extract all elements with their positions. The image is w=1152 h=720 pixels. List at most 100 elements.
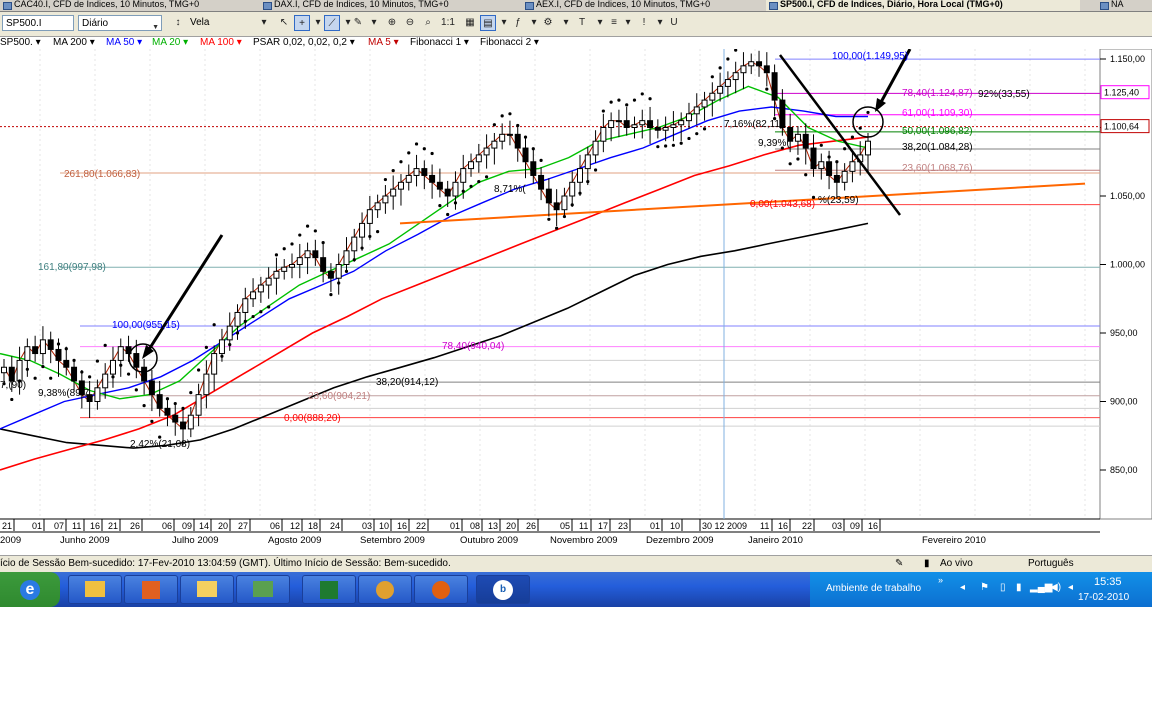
crosshair-icon[interactable]: + — [294, 15, 310, 31]
chevron-left-icon[interactable]: ◂ — [1068, 582, 1073, 593]
x-day-label: 12 — [290, 521, 300, 531]
cursor-icon[interactable]: ↖ — [276, 15, 292, 31]
chevron-down-icon[interactable]: ▾ — [620, 15, 636, 31]
psar-dot — [414, 142, 419, 146]
chevron-down-icon[interactable]: ▾ — [256, 15, 272, 31]
psar-dot — [625, 103, 629, 107]
pencil-icon[interactable]: ✎ — [350, 15, 366, 31]
zoom-reset-button[interactable]: 1:1 — [438, 15, 458, 31]
legend-ma20[interactable]: MA 20 ▾ — [152, 37, 188, 48]
legend-ma5[interactable]: MA 5 ▾ — [368, 37, 399, 48]
folder-taskbar-button[interactable] — [180, 575, 234, 604]
language-label[interactable]: Português — [1028, 556, 1074, 572]
legend-fibonacci-2[interactable]: Fibonacci 2 ▾ — [480, 37, 539, 48]
candle-body — [203, 373, 210, 396]
price-chart[interactable]: 100,00(1.149,95) 78,40(1.124,87) 92%(33,55… — [0, 49, 1152, 555]
media-taskbar-button[interactable] — [124, 575, 178, 604]
candle-body — [452, 181, 459, 197]
psar-dot — [438, 203, 442, 208]
candle-body — [460, 168, 467, 183]
legend-ma200[interactable]: MA 200 ▾ — [53, 37, 95, 48]
psar-dot — [562, 214, 567, 219]
explorer-taskbar-button[interactable] — [68, 575, 122, 604]
psar-dot — [843, 147, 847, 151]
legend-fibonacci-1[interactable]: Fibonacci 1 ▾ — [410, 37, 469, 48]
volume-icon[interactable]: ◀) — [1050, 582, 1061, 593]
fib-label: %(23,59) — [818, 195, 859, 206]
candle-body — [242, 298, 249, 313]
candle-body — [265, 277, 272, 286]
zoom-area-icon[interactable]: ⌕ — [420, 15, 436, 31]
symbol-input[interactable]: SP500.I — [2, 15, 74, 31]
psar-dot — [617, 98, 621, 102]
psar-dot — [220, 354, 224, 358]
psar-dot — [134, 388, 138, 392]
legend-psar[interactable]: PSAR 0,02, 0,02, 0,2 ▾ — [253, 37, 355, 48]
status-bar: ício de Sessão Bem-sucedido: 17-Fev-2010… — [0, 555, 1152, 573]
candle-body — [810, 147, 817, 170]
chevron-up-icon[interactable]: » — [938, 575, 943, 585]
fibonacci-icon[interactable]: ▤ — [480, 15, 496, 31]
firefox-taskbar-button[interactable] — [414, 575, 468, 604]
connection-icon[interactable]: ▮ — [1016, 582, 1022, 593]
candle-body — [615, 120, 622, 123]
excel-taskbar-button[interactable] — [302, 575, 356, 604]
paint-taskbar-button[interactable] — [358, 575, 412, 604]
tab-na[interactable]: NA — [1097, 0, 1152, 11]
candle-body — [327, 270, 334, 279]
legend-ma50[interactable]: MA 50 ▾ — [106, 37, 142, 48]
line-tool-icon[interactable]: ⟋ — [324, 15, 340, 31]
period-select[interactable]: Diário ▼ — [78, 15, 162, 31]
psar-dot — [259, 310, 263, 314]
psar-dot — [407, 151, 411, 155]
chevron-down-icon[interactable]: ▾ — [558, 15, 574, 31]
candle-body — [211, 353, 218, 375]
psar-dot — [819, 143, 823, 147]
chevron-down-icon[interactable]: ▾ — [366, 15, 382, 31]
symbol-value: SP500.I — [6, 18, 42, 29]
candle-body — [724, 79, 731, 87]
tab-sp500[interactable]: SP500.I, CFD de Índices, Diário, Hora Lo… — [766, 0, 1080, 11]
chevron-left-icon[interactable]: ◂ — [960, 582, 965, 593]
candle-body — [109, 359, 116, 375]
psar-dot — [251, 314, 255, 319]
flag-icon[interactable]: ⚑ — [980, 582, 989, 593]
legend-symbol[interactable]: SP500. ▾ — [0, 37, 41, 48]
clock-date: 17-02-2010 — [1078, 592, 1130, 603]
desktop-toolbar-label[interactable]: Ambiente de trabalho — [826, 583, 921, 594]
candle-body — [187, 414, 194, 430]
psar-dot — [376, 230, 380, 234]
network-taskbar-button[interactable] — [236, 575, 290, 604]
settings-icon[interactable]: ⚙ — [540, 15, 556, 31]
x-day-label: 22 — [802, 521, 812, 531]
x-day-label: 24 — [330, 521, 340, 531]
zoom-out-icon[interactable]: ⊖ — [402, 15, 418, 31]
candle-chart-icon[interactable]: ↕ — [170, 15, 186, 31]
grid-icon[interactable]: ▦ — [462, 15, 478, 31]
tab-dax[interactable]: DAX.I, CFD de Índices, 10 Minutos, TMG+0 — [260, 0, 474, 11]
legend-ma100[interactable]: MA 100 ▾ — [200, 37, 242, 48]
psar-dot — [477, 180, 481, 184]
fib-label: 38,20(1.084,28) — [902, 142, 973, 153]
excel-icon — [320, 581, 338, 599]
document-tab-bar: CAC40.I, CFD de Índices, 10 Minutos, TMG… — [0, 0, 1152, 12]
tab-cac40[interactable]: CAC40.I, CFD de Índices, 10 Minutos, TMG… — [0, 0, 199, 11]
candle-body — [678, 120, 685, 126]
zoom-in-icon[interactable]: ⊕ — [384, 15, 400, 31]
tab-aex[interactable]: AEX.I, CFD de Índices, 10 Minutos, TMG+0 — [522, 0, 756, 11]
magnet-icon[interactable]: U — [666, 15, 682, 31]
price-flag-label: 1.125,40 — [1104, 88, 1139, 98]
start-button[interactable]: e — [0, 572, 60, 607]
candle-body — [693, 106, 700, 115]
clock-time[interactable]: 15:35 — [1094, 576, 1122, 588]
trading-app-taskbar-button[interactable]: b — [476, 575, 530, 604]
psar-dot — [788, 162, 792, 166]
candle-body — [771, 72, 778, 101]
alert-icon[interactable]: ! — [636, 15, 652, 31]
network-tray-icon[interactable]: ▯ — [1000, 582, 1006, 593]
x-day-label: 06 — [162, 521, 172, 531]
candle-body — [436, 181, 443, 190]
indicator-icon[interactable]: ƒ — [510, 15, 526, 31]
text-tool-icon[interactable]: T — [574, 15, 590, 31]
chart-type-select[interactable]: Vela — [190, 15, 260, 31]
